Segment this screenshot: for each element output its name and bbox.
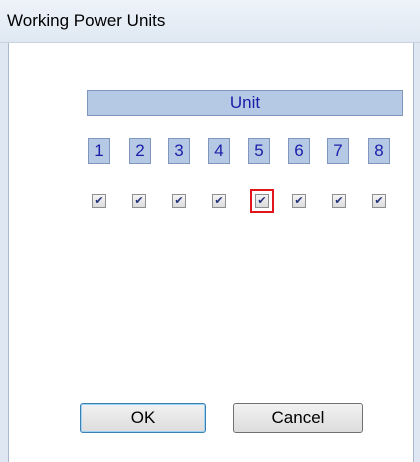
unit-header: Unit: [87, 90, 403, 116]
cancel-button[interactable]: Cancel: [233, 403, 363, 433]
checkmark-icon: ✔: [174, 194, 184, 207]
unit-number-8: 8: [368, 138, 390, 164]
ok-button[interactable]: OK: [80, 403, 206, 433]
checkmark-icon: ✔: [214, 194, 224, 207]
checkmark-icon: ✔: [294, 194, 304, 207]
unit-checkbox-2[interactable]: ✔: [132, 194, 146, 208]
unit-checkbox-1[interactable]: ✔: [92, 194, 106, 208]
unit-checkbox-3[interactable]: ✔: [172, 194, 186, 208]
checkmark-icon: ✔: [374, 194, 384, 207]
window-frame-left: [0, 43, 9, 462]
checkmark-icon: ✔: [334, 194, 344, 207]
unit-number-3: 3: [168, 138, 190, 164]
unit-checkbox-4[interactable]: ✔: [212, 194, 226, 208]
unit-number-6: 6: [288, 138, 310, 164]
checkmark-icon: ✔: [257, 194, 267, 207]
unit-number-7: 7: [327, 138, 349, 164]
unit-checkbox-7[interactable]: ✔: [332, 194, 346, 208]
window-title: Working Power Units: [7, 11, 166, 30]
unit-checkbox-6[interactable]: ✔: [292, 194, 306, 208]
checkmark-icon: ✔: [134, 194, 144, 207]
unit-checkbox-5[interactable]: ✔: [250, 189, 274, 213]
unit-number-2: 2: [129, 138, 151, 164]
unit-checkbox-8[interactable]: ✔: [372, 194, 386, 208]
unit-number-5: 5: [248, 138, 270, 164]
working-power-units-dialog: Working Power Units Unit 12345678 ✔ ✔ ✔ ✔ ✔ ✔…: [0, 0, 420, 462]
unit-number-4: 4: [208, 138, 230, 164]
checkmark-icon: ✔: [94, 194, 104, 207]
unit-number-1: 1: [88, 138, 110, 164]
title-bar[interactable]: Working Power Units: [0, 0, 420, 43]
window-frame-right: [413, 43, 420, 462]
